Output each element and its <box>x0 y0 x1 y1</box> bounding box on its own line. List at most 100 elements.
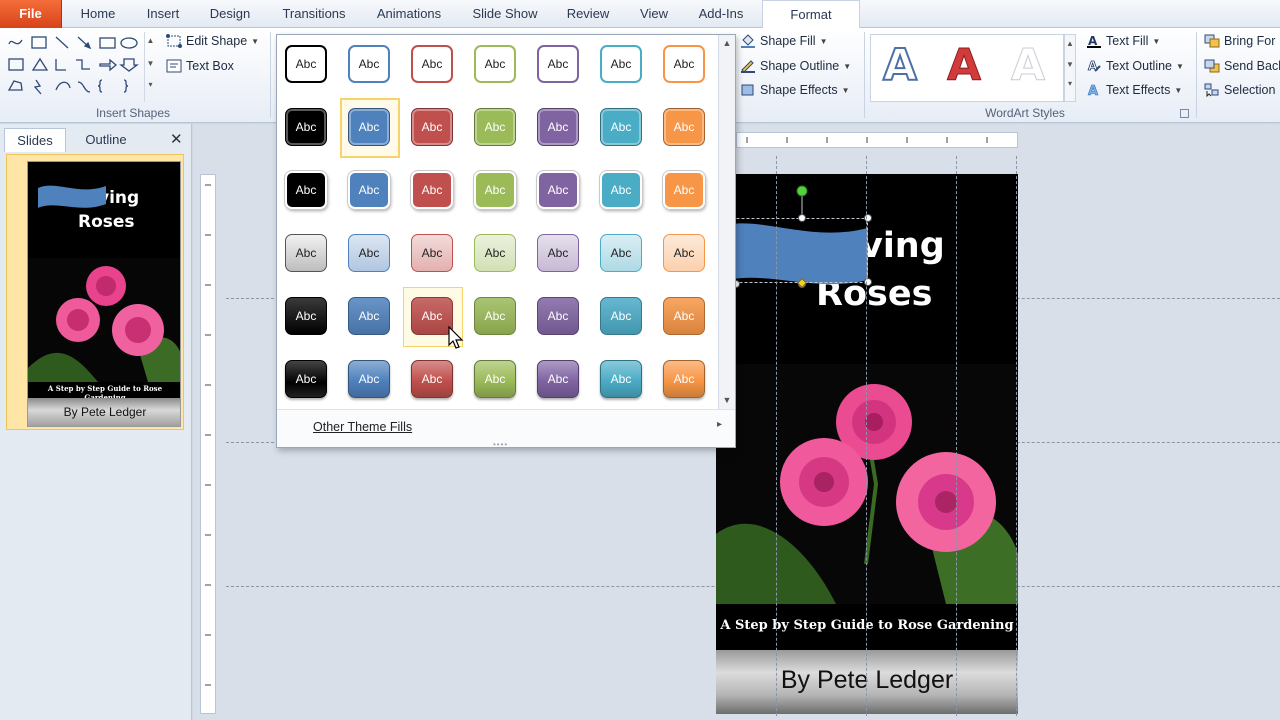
text-outline-button[interactable]: A Text Outline ▼ <box>1086 59 1184 74</box>
shapes-scroll-more[interactable]: ▲ ▼ ▾ <box>144 32 156 102</box>
shape-style-green-row1[interactable]: Abc <box>474 45 516 83</box>
tab-outline[interactable]: Outline <box>70 128 142 152</box>
wordart-style-white[interactable]: A <box>1010 40 1045 91</box>
shape-style-aqua-row6[interactable]: Abc <box>600 360 642 398</box>
tab-slides[interactable]: Slides <box>4 128 66 152</box>
shape-style-purple-row4[interactable]: Abc <box>537 234 579 272</box>
shape-style-black-row5[interactable]: Abc <box>285 297 327 335</box>
shape-style-blue-row4[interactable]: Abc <box>348 234 390 272</box>
shape-style-orange-row3[interactable]: Abc <box>663 171 705 209</box>
shape-style-black-row2[interactable]: Abc <box>285 108 327 146</box>
shape-style-red-row5[interactable]: Abc <box>411 297 453 335</box>
text-fill-button[interactable]: A Text Fill ▼ <box>1086 34 1160 48</box>
shape-style-orange-row1[interactable]: Abc <box>663 45 705 83</box>
shape-style-aqua-row3[interactable]: Abc <box>600 171 642 209</box>
roses-image[interactable] <box>716 364 1018 604</box>
shape-style-orange-row6[interactable]: Abc <box>663 360 705 398</box>
text-box-button[interactable]: Text Box <box>166 59 234 73</box>
text-effects-button[interactable]: A Text Effects ▼ <box>1086 83 1183 99</box>
shape-style-black-row3[interactable]: Abc <box>285 171 327 209</box>
shape-style-blue-row5[interactable]: Abc <box>348 297 390 335</box>
paint-bucket-icon <box>740 34 756 48</box>
tab-view[interactable]: View <box>630 0 678 28</box>
tab-animations[interactable]: Animations <box>366 0 452 28</box>
shape-style-green-row4[interactable]: Abc <box>474 234 516 272</box>
dialog-launcher-icon[interactable] <box>1180 109 1189 118</box>
shape-fill-button[interactable]: Shape Fill ▼ <box>740 34 828 48</box>
shape-effects-button[interactable]: Shape Effects ▼ <box>740 83 850 97</box>
resize-grip-icon[interactable]: •••• <box>493 440 508 449</box>
tab-transitions[interactable]: Transitions <box>272 0 356 28</box>
shape-style-red-row1[interactable]: Abc <box>411 45 453 83</box>
shape-style-red-row6[interactable]: Abc <box>411 360 453 398</box>
send-backward-button[interactable]: Send Back <box>1204 59 1280 73</box>
slide-thumbnail[interactable]: ving Roses A Step by Step Guide to Rose … <box>27 161 181 427</box>
shape-style-blue-row1[interactable]: Abc <box>348 45 390 83</box>
close-icon[interactable]: ✕ <box>170 130 183 148</box>
shape-style-black-row6[interactable]: Abc <box>285 360 327 398</box>
wordart-gallery[interactable]: A A A <box>870 34 1064 102</box>
tab-format[interactable]: Format <box>762 0 860 29</box>
shape-style-orange-row2[interactable]: Abc <box>663 108 705 146</box>
slide-author[interactable]: By Pete Ledger <box>716 666 1018 695</box>
shape-style-purple-row2[interactable]: Abc <box>537 108 579 146</box>
shape-style-purple-row1[interactable]: Abc <box>537 45 579 83</box>
shape-style-red-row4[interactable]: Abc <box>411 234 453 272</box>
slide-subtitle[interactable]: A Step by Step Guide to Rose Gardening <box>716 618 1018 633</box>
shape-style-blue-row2[interactable]: Abc <box>348 108 390 146</box>
tab-slide-show[interactable]: Slide Show <box>462 0 548 28</box>
shape-style-green-row2[interactable]: Abc <box>474 108 516 146</box>
bring-forward-button[interactable]: Bring For <box>1204 34 1275 48</box>
shape-styles-gallery: ▲ ▼ Other Theme Fills ▸ •••• Abc Abc Abc Ab… <box>276 34 736 449</box>
vertical-guide[interactable] <box>866 156 867 716</box>
shape-style-green-row3[interactable]: Abc <box>474 171 516 209</box>
shape-style-blue-row6[interactable]: Abc <box>348 360 390 398</box>
slide-thumbnail-frame[interactable]: ving Roses A Step by Step Guide to Rose … <box>6 154 184 430</box>
submenu-arrow-icon: ▸ <box>717 419 723 430</box>
edit-shape-button[interactable]: Edit Shape ▼ <box>166 34 259 48</box>
scroll-up-icon[interactable]: ▲ <box>719 38 735 48</box>
shape-style-black-row1[interactable]: Abc <box>285 45 327 83</box>
shape-style-black-row4[interactable]: Abc <box>285 234 327 272</box>
vertical-guide[interactable] <box>956 156 957 716</box>
slide[interactable]: ving Roses A Step by Step Guide to Rose … <box>716 174 1018 714</box>
shape-style-aqua-row2[interactable]: Abc <box>600 108 642 146</box>
shape-style-purple-row5[interactable]: Abc <box>537 297 579 335</box>
shape-outline-button[interactable]: Shape Outline ▼ <box>740 59 851 73</box>
wordart-style-outline-blue[interactable]: A <box>882 40 918 92</box>
shape-style-aqua-row4[interactable]: Abc <box>600 234 642 272</box>
wordart-style-red[interactable]: A <box>946 40 981 91</box>
svg-text:A: A <box>1088 34 1098 48</box>
shape-style-aqua-row5[interactable]: Abc <box>600 297 642 335</box>
shape-style-orange-row4[interactable]: Abc <box>663 234 705 272</box>
shape-style-red-row2[interactable]: Abc <box>411 108 453 146</box>
shape-style-green-row5[interactable]: Abc <box>474 297 516 335</box>
tab-home[interactable]: Home <box>70 0 126 28</box>
shape-icons[interactable] <box>6 34 160 104</box>
shapes-gallery[interactable] <box>6 34 160 104</box>
tab-review[interactable]: Review <box>558 0 618 28</box>
shape-style-purple-row6[interactable]: Abc <box>537 360 579 398</box>
tab-add-ins[interactable]: Add-Ins <box>690 0 752 28</box>
shape-style-aqua-row1[interactable]: Abc <box>600 45 642 83</box>
thumb-author: By Pete Ledger <box>63 405 147 419</box>
group-divider <box>1196 32 1197 118</box>
tab-file[interactable]: File <box>0 0 62 28</box>
other-theme-fills-label[interactable]: Other Theme Fills <box>313 420 412 434</box>
gallery-scrollbar[interactable]: ▲ ▼ <box>718 35 735 409</box>
vertical-guide[interactable] <box>1016 156 1017 716</box>
scroll-down-icon[interactable]: ▼ <box>719 395 735 405</box>
shape-style-green-row6[interactable]: Abc <box>474 360 516 398</box>
selection-pane-button[interactable]: Selection <box>1204 83 1275 98</box>
wordart-scroll-more[interactable]: ▲ ▼ ▾ <box>1064 34 1076 102</box>
thumb-title-line2: Roses <box>78 212 135 232</box>
selected-wave-shape[interactable] <box>716 184 886 294</box>
tab-design[interactable]: Design <box>198 0 262 28</box>
shape-style-orange-row5[interactable]: Abc <box>663 297 705 335</box>
tab-insert[interactable]: Insert <box>134 0 192 28</box>
shape-style-red-row3[interactable]: Abc <box>411 171 453 209</box>
shape-style-purple-row3[interactable]: Abc <box>537 171 579 209</box>
shape-style-blue-row3[interactable]: Abc <box>348 171 390 209</box>
other-theme-fills-row[interactable]: Other Theme Fills ▸ •••• <box>277 409 735 449</box>
vertical-guide[interactable] <box>776 156 777 716</box>
